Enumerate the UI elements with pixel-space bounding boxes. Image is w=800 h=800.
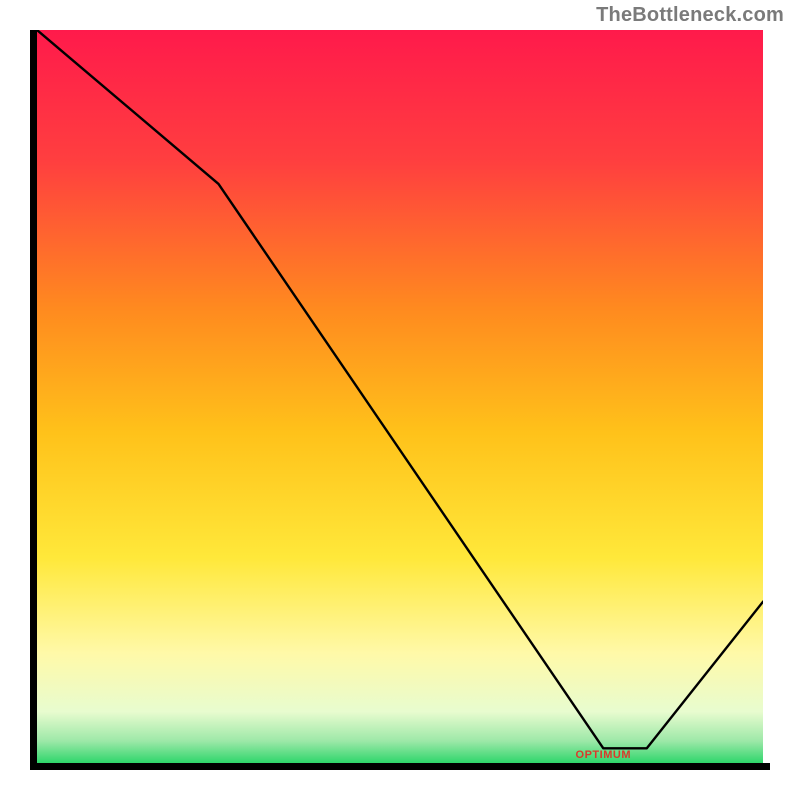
x-axis-annotation: OPTIMUM — [576, 749, 631, 761]
line-series — [37, 30, 763, 763]
watermark-text: TheBottleneck.com — [596, 4, 784, 27]
plot-area: OPTIMUM — [37, 30, 763, 763]
